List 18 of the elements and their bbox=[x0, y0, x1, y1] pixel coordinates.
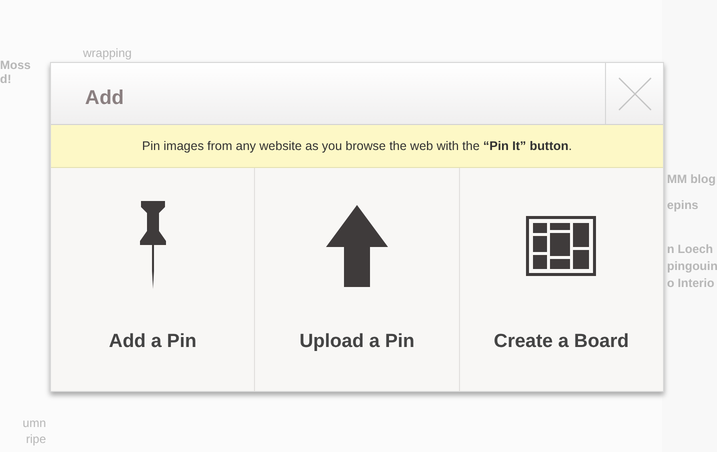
background-text: Moss bbox=[0, 58, 32, 72]
option-tile[interactable]: Upload a Pin bbox=[254, 168, 459, 391]
background-text: epins bbox=[667, 198, 700, 212]
background-text: ripe bbox=[26, 432, 46, 446]
option-tile[interactable]: Create a Board bbox=[458, 168, 663, 391]
background-text: o Interio bbox=[667, 276, 716, 290]
background-text: wrapping bbox=[83, 45, 133, 62]
background-text: pingouin bbox=[667, 259, 717, 273]
dialog-title: Add bbox=[84, 86, 125, 111]
background-text: umn bbox=[22, 416, 46, 430]
up-arrow-icon bbox=[326, 205, 388, 287]
background-text: MM blog bbox=[667, 172, 717, 186]
board-grid-icon bbox=[526, 216, 596, 276]
close-icon bbox=[618, 76, 652, 110]
background-text: d! bbox=[0, 72, 12, 86]
notice-text: Pin images from any website as you browse the web with the “Pin It” button. bbox=[142, 138, 572, 155]
option-tile[interactable]: Add a Pin bbox=[51, 168, 254, 391]
background-text: n Loech bbox=[667, 242, 714, 256]
